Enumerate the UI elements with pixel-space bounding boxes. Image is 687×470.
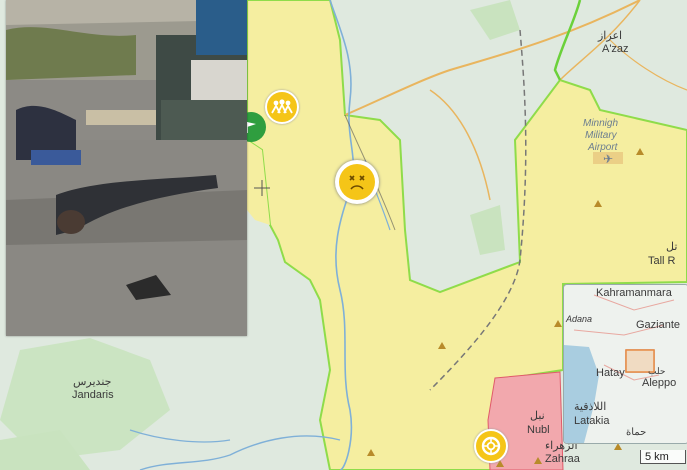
- label-jandaris-ar: جنديرس: [73, 376, 112, 388]
- inset-hatay: Hatay: [596, 367, 625, 379]
- inset-hama-ar: حماة: [626, 427, 647, 438]
- svg-text:✈: ✈: [603, 152, 613, 166]
- label-azaz: A'zaz: [602, 43, 629, 55]
- dead-face-icon[interactable]: [335, 160, 379, 204]
- label-jandaris: Jandaris: [72, 389, 114, 401]
- label-minnigh-3: Airport: [588, 142, 618, 153]
- people-group-icon[interactable]: [265, 90, 299, 124]
- inset-latakia-ar: اللاذقية: [574, 401, 607, 413]
- news-photo[interactable]: [6, 0, 247, 336]
- label-zahraa: Zahraa: [545, 453, 580, 465]
- label-azaz-ar: اعزاز: [598, 30, 623, 42]
- inset-latakia: Latakia: [574, 415, 610, 427]
- inset-map[interactable]: Kahramanmara Gaziante Adana Hatay حلب Al…: [563, 284, 687, 444]
- inset-adana: Adana: [566, 314, 593, 324]
- label-tall: Tall R: [648, 255, 676, 267]
- label-minnigh-1: Minnigh: [583, 118, 619, 129]
- inset-aleppo-ar: حلب: [648, 366, 666, 376]
- crosshair-icon: [254, 180, 270, 196]
- inset-gaziantep: Gaziante: [636, 319, 681, 331]
- lifebuoy-icon[interactable]: [474, 429, 508, 463]
- inset-kahramanmaras: Kahramanmara: [596, 287, 672, 299]
- label-tall-ar: تل: [666, 241, 678, 253]
- label-nubl-ar: نبل: [530, 410, 545, 422]
- inset-aleppo: Aleppo: [642, 377, 677, 389]
- label-nubl: Nubl: [527, 424, 550, 436]
- scale-bar: 5 km: [640, 450, 686, 464]
- label-minnigh-2: Military: [585, 130, 617, 141]
